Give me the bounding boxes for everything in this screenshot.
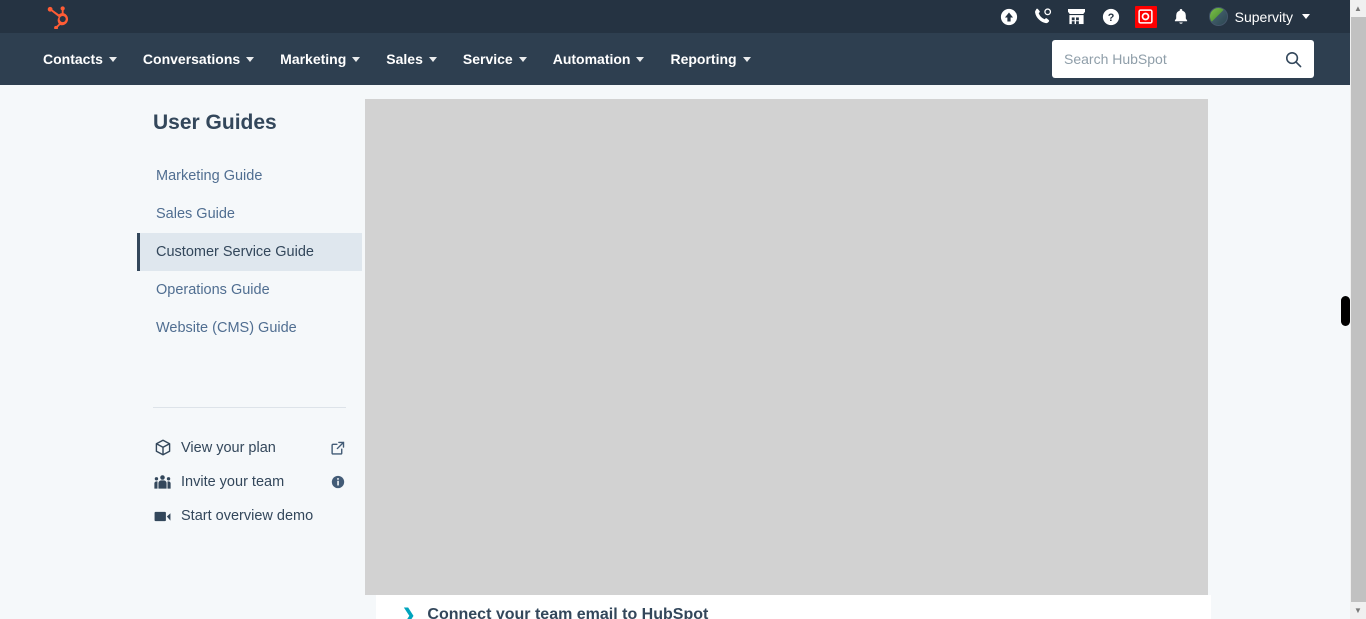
top-bar-icon-group: ? Supervity (999, 5, 1350, 28)
search-icon[interactable] (1285, 51, 1302, 68)
chevron-down-icon (742, 56, 751, 62)
settings-icon[interactable] (1134, 5, 1157, 28)
invite-your-team-link[interactable]: Invite your team (137, 465, 362, 499)
view-your-plan-link[interactable]: View your plan (137, 430, 362, 465)
upgrade-icon[interactable] (999, 7, 1019, 27)
notifications-icon[interactable] (1171, 7, 1191, 27)
search-box[interactable] (1052, 40, 1314, 78)
external-link-icon[interactable] (330, 441, 346, 455)
scrollbar-thumb[interactable] (1351, 17, 1366, 602)
nav-label: Automation (552, 51, 631, 67)
hubspot-logo[interactable] (44, 4, 72, 30)
chevron-down-icon (1302, 14, 1310, 19)
help-icon[interactable]: ? (1101, 7, 1121, 27)
nav-item-marketing[interactable]: Marketing (267, 43, 373, 75)
start-overview-demo-link[interactable]: Start overview demo (137, 499, 362, 533)
link-label: Invite your team (181, 474, 285, 490)
chevron-down-icon (246, 56, 255, 62)
video-camera-icon (153, 510, 172, 523)
nav-label: Conversations (142, 51, 241, 67)
nav-item-group: Contacts Conversations Marketing Sales S… (30, 43, 764, 75)
chevron-down-icon (518, 56, 527, 62)
sidebar-item-website-cms-guide[interactable]: Website (CMS) Guide (137, 309, 362, 347)
task-card-label: Connect your team email to HubSpot (427, 606, 709, 619)
sidebar-item-label: Website (CMS) Guide (156, 320, 297, 336)
main-content-area: ❯ Connect your team email to HubSpot (362, 85, 1350, 619)
main-navigation-bar: Contacts Conversations Marketing Sales S… (0, 33, 1350, 85)
content-placeholder-block (365, 99, 1208, 595)
nav-label: Marketing (280, 51, 347, 67)
sidebar-item-label: Sales Guide (156, 206, 235, 222)
search-input[interactable] (1064, 51, 1285, 67)
account-name: Supervity (1234, 8, 1293, 25)
nav-item-conversations[interactable]: Conversations (130, 43, 267, 75)
link-label: View your plan (181, 439, 276, 456)
scroll-up-arrow-icon[interactable]: ▲ (1350, 0, 1366, 17)
chevron-down-icon (108, 56, 117, 62)
sidebar-item-sales-guide[interactable]: Sales Guide (137, 195, 362, 233)
page-title: User Guides (153, 111, 277, 134)
nav-label: Service (462, 51, 513, 67)
user-guides-sidebar: User Guides Marketing Guide Sales Guide … (137, 85, 362, 619)
nav-item-automation[interactable]: Automation (540, 43, 658, 75)
nav-label: Contacts (43, 51, 103, 67)
info-icon[interactable] (330, 475, 346, 489)
calling-icon[interactable] (1033, 7, 1053, 27)
sidebar-item-operations-guide[interactable]: Operations Guide (137, 271, 362, 309)
page-scrollbar[interactable]: ▲ ▼ (1350, 0, 1366, 619)
people-icon (153, 474, 172, 490)
account-menu[interactable]: Supervity (1208, 7, 1310, 26)
sidebar-item-marketing-guide[interactable]: Marketing Guide (137, 157, 362, 195)
sidebar-item-label: Marketing Guide (156, 168, 263, 184)
onboarding-task-card[interactable]: ❯ Connect your team email to HubSpot (376, 595, 1211, 619)
nav-label: Sales (386, 51, 423, 67)
svg-text:?: ? (1107, 12, 1114, 24)
cursor-marker (1341, 296, 1350, 326)
chevron-right-icon[interactable]: ❯ (402, 605, 415, 619)
scroll-down-arrow-icon[interactable]: ▼ (1350, 602, 1366, 619)
nav-label: Reporting (670, 51, 737, 67)
sidebar-item-label: Operations Guide (156, 282, 270, 298)
nav-item-reporting[interactable]: Reporting (657, 43, 763, 75)
nav-item-contacts[interactable]: Contacts (30, 43, 130, 75)
sidebar-item-label: Customer Service Guide (156, 244, 314, 260)
marketplace-icon[interactable] (1067, 7, 1087, 27)
nav-item-service[interactable]: Service (450, 43, 540, 75)
nav-item-sales[interactable]: Sales (373, 43, 450, 75)
account-avatar (1208, 7, 1228, 26)
sidebar-item-customer-service-guide[interactable]: Customer Service Guide (137, 233, 362, 271)
chevron-down-icon (636, 56, 645, 62)
chevron-down-icon (428, 56, 437, 62)
sidebar-footer-links: View your plan Invite your team Start ov… (137, 430, 362, 533)
sidebar-divider (153, 407, 346, 408)
link-label: Start overview demo (181, 508, 314, 524)
top-utility-bar: ? Supervity (0, 0, 1350, 33)
box-icon (153, 439, 172, 456)
chevron-down-icon (352, 56, 361, 62)
